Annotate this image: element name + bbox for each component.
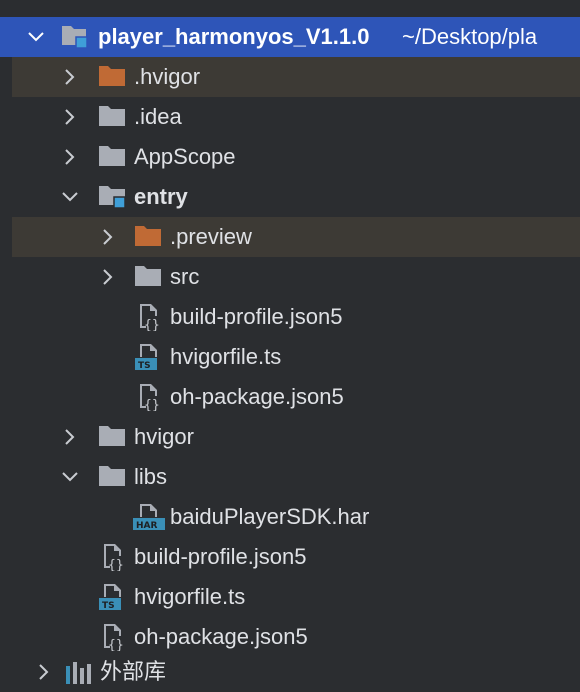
tree-item-libs[interactable]: libs — [12, 457, 580, 497]
chevron-right-icon[interactable] — [60, 107, 80, 127]
tree-item-src[interactable]: src — [12, 257, 580, 297]
json5-file-icon: {} — [136, 303, 164, 333]
typescript-file-icon: TS — [134, 343, 162, 371]
tree-item-file[interactable]: HAR baiduPlayerSDK.har — [12, 497, 580, 537]
json5-file-icon: {} — [136, 383, 164, 413]
project-tree: player_harmonyos_V1.1.0 ~/Desktop/pla .h… — [0, 0, 580, 684]
excluded-folder-icon — [134, 224, 162, 250]
root-project-path: ~/Desktop/pla — [402, 24, 538, 49]
ts-badge-text: TS — [102, 601, 115, 611]
chevron-right-icon[interactable] — [98, 267, 118, 287]
svg-text:{}: {} — [108, 638, 124, 651]
tree-item-file[interactable]: {} build-profile.json5 — [12, 537, 580, 577]
excluded-folder-icon — [98, 64, 126, 90]
har-archive-icon: HAR — [132, 503, 165, 531]
tree-item-label: .preview — [170, 224, 252, 249]
svg-text:{}: {} — [108, 558, 124, 571]
tree-item-entry[interactable]: entry — [12, 177, 580, 217]
tree-item-file[interactable]: {} oh-package.json5 — [12, 377, 580, 417]
folder-icon — [98, 464, 126, 490]
chevron-right-icon[interactable] — [60, 147, 80, 167]
tree-item-appscope[interactable]: AppScope — [12, 137, 580, 177]
chevron-right-icon[interactable] — [98, 227, 118, 247]
root-project-name: player_harmonyos_V1.1.0 — [98, 24, 370, 49]
folder-icon — [98, 104, 126, 130]
tree-item-label: hvigor — [134, 424, 194, 449]
tree-item-file[interactable]: TS hvigorfile.ts — [12, 337, 580, 377]
module-folder-icon — [98, 183, 126, 209]
tree-item-hvigor[interactable]: hvigor — [12, 417, 580, 457]
tree-item-file[interactable]: {} oh-package.json5 — [12, 617, 580, 657]
tree-root-row[interactable]: player_harmonyos_V1.1.0 ~/Desktop/pla — [0, 17, 580, 57]
chevron-down-icon[interactable] — [60, 187, 80, 207]
tree-item-label: oh-package.json5 — [170, 384, 344, 409]
folder-icon — [134, 264, 162, 290]
tree-item-label: build-profile.json5 — [170, 304, 343, 329]
tree-item-label: .idea — [134, 104, 182, 129]
chevron-down-icon[interactable] — [26, 27, 46, 47]
tree-item-label: src — [170, 264, 200, 289]
tree-item-label: .hvigor — [134, 64, 201, 89]
chevron-right-icon[interactable] — [34, 662, 54, 682]
tree-item-label: build-profile.json5 — [134, 544, 307, 569]
svg-text:{}: {} — [144, 398, 160, 411]
tree-item-label: hvigorfile.ts — [134, 584, 246, 609]
tree-item-label: AppScope — [134, 144, 236, 169]
chevron-right-icon[interactable] — [60, 427, 80, 447]
json5-file-icon: {} — [100, 623, 128, 653]
module-folder-icon — [60, 23, 88, 49]
tree-item-label: baiduPlayerSDK.har — [170, 504, 370, 529]
chevron-right-icon[interactable] — [60, 67, 80, 87]
tree-item-file[interactable]: {} build-profile.json5 — [12, 297, 580, 337]
tree-item-idea[interactable]: .idea — [12, 97, 580, 137]
svg-text:{}: {} — [144, 318, 160, 331]
chevron-down-icon[interactable] — [60, 467, 80, 487]
har-badge-text: HAR — [136, 521, 157, 531]
tree-item-file[interactable]: TS hvigorfile.ts — [12, 577, 580, 617]
tree-item-label: hvigorfile.ts — [170, 344, 282, 369]
tree-item-label: oh-package.json5 — [134, 624, 308, 649]
tree-item-label: 外部库 — [100, 659, 167, 684]
tree-item-label: entry — [134, 184, 188, 209]
tree-item-preview[interactable]: .preview — [12, 217, 580, 257]
folder-icon — [98, 424, 126, 450]
library-bars-icon — [64, 658, 92, 684]
tree-item-label: libs — [134, 464, 168, 489]
typescript-file-icon: TS — [98, 583, 126, 611]
tree-item-hvigor-hidden[interactable]: .hvigor — [12, 57, 580, 97]
ts-badge-text: TS — [138, 361, 151, 371]
json5-file-icon: {} — [100, 543, 128, 573]
folder-icon — [98, 144, 126, 170]
tree-item-external-libraries[interactable]: 外部库 — [12, 652, 580, 692]
